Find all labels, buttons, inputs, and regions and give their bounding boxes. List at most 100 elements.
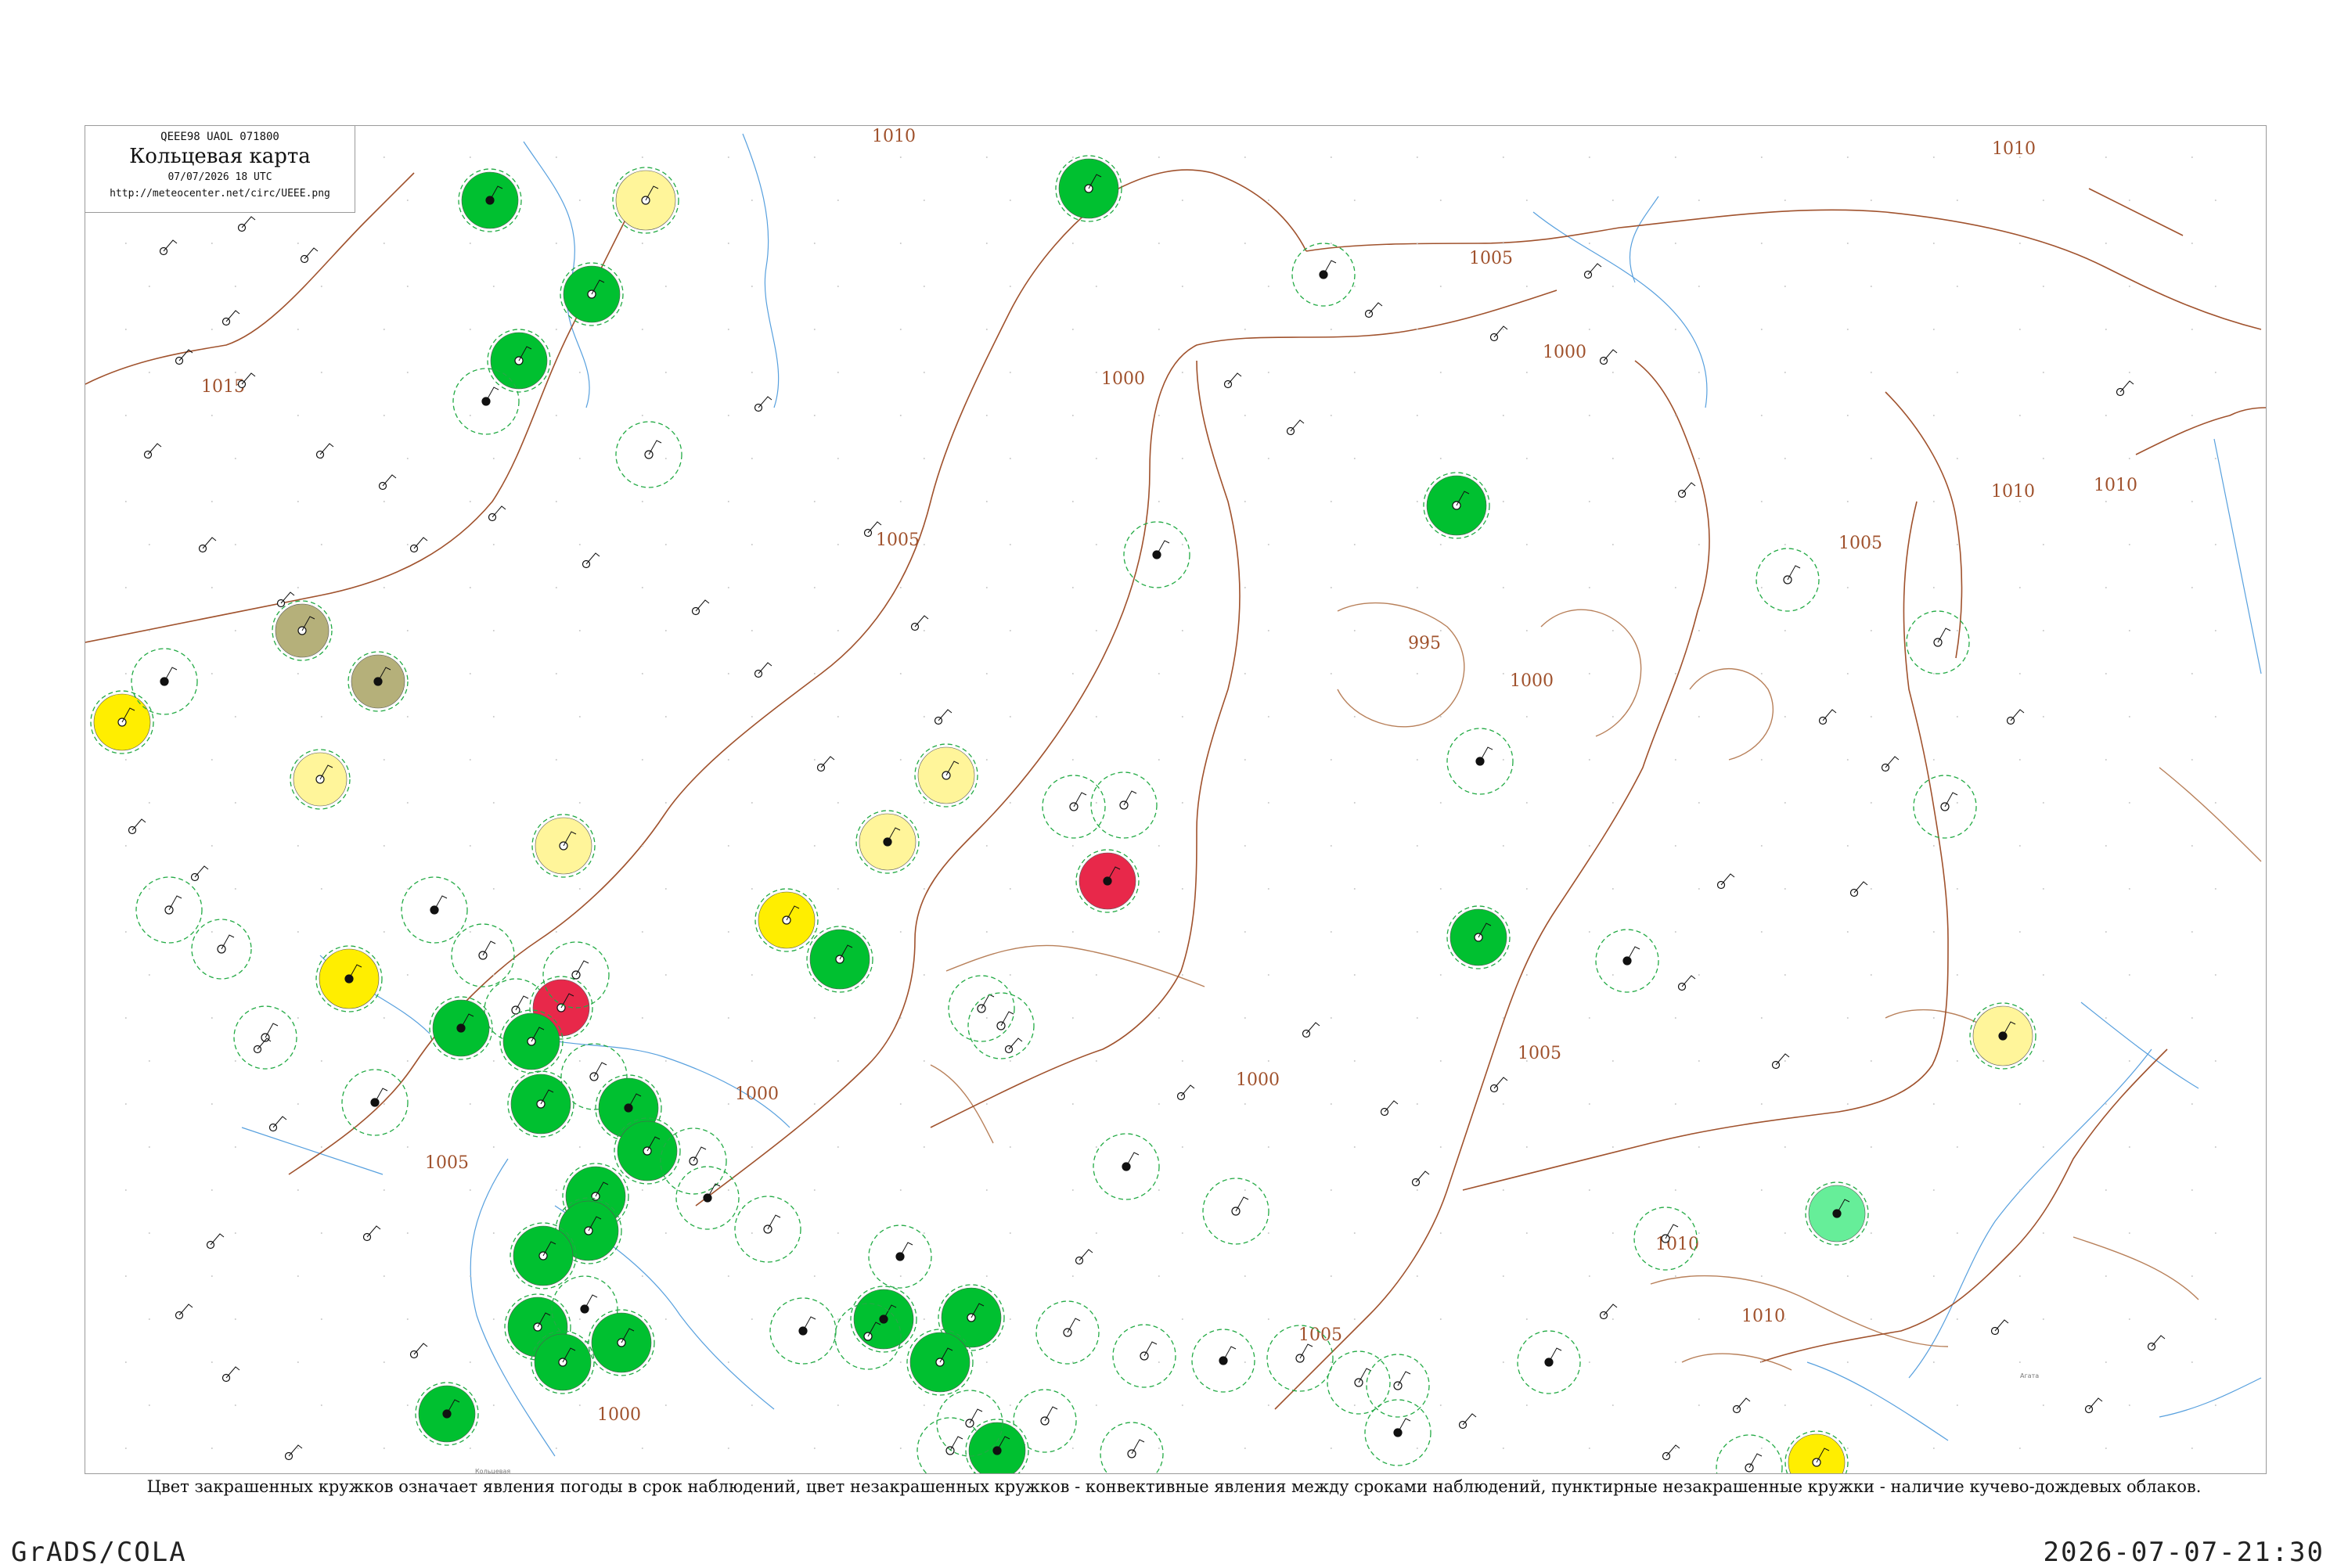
- grid-dot: [383, 1017, 385, 1019]
- grid-dot: [664, 1318, 667, 1320]
- grid-dot: [1009, 802, 1011, 804]
- grid-dot: [1674, 759, 1676, 761]
- grid-dot: [1267, 1060, 1269, 1062]
- grid-dot: [211, 415, 213, 416]
- grid-dot: [406, 802, 409, 804]
- grid-dot: [383, 1448, 385, 1449]
- grid-dot: [1071, 329, 1074, 330]
- grid-dot: [211, 329, 213, 330]
- grid-dot: [2105, 329, 2107, 330]
- grid-dot: [2128, 286, 2130, 287]
- grid-dot: [1870, 888, 1872, 890]
- grid-dot: [1846, 1361, 1849, 1363]
- grid-dot: [1784, 1318, 1786, 1320]
- isobar-label: 1010: [1992, 139, 2036, 159]
- station-symbols: [90, 155, 2166, 1473]
- grid-dot: [297, 587, 299, 588]
- grid-dot: [664, 458, 667, 459]
- grid-dot: [1071, 587, 1074, 588]
- grid-dot: [1244, 1189, 1246, 1191]
- grid-dot: [1784, 286, 1786, 287]
- weather-disc: [1788, 1433, 1846, 1473]
- grid-dot: [985, 845, 988, 847]
- station-name: Агата: [2020, 1372, 2039, 1379]
- isobar-label: 1010: [1741, 1307, 1785, 1326]
- grid-dot: [2105, 1017, 2107, 1019]
- grid-dot: [2128, 888, 2130, 890]
- grid-dot: [1095, 802, 1097, 804]
- grid-dot: [1416, 1448, 1418, 1449]
- isobar-label: 1010: [1991, 482, 2035, 502]
- grid-dot: [297, 1189, 299, 1191]
- grid-dot: [2042, 544, 2044, 545]
- grid-dot: [1760, 243, 1763, 244]
- grid-dot: [1502, 1448, 1504, 1449]
- grid-dot: [1353, 1404, 1356, 1406]
- grid-dot: [555, 243, 557, 244]
- grid-dot: [211, 845, 213, 847]
- grid-dot: [1353, 286, 1356, 287]
- grid-dot: [1502, 415, 1504, 416]
- grid-dot: [1353, 372, 1356, 373]
- grid-dot: [1760, 931, 1763, 933]
- grid-dot: [1267, 200, 1269, 201]
- grid-dot: [1502, 759, 1504, 761]
- grid-dot: [813, 1189, 816, 1191]
- grid-dot: [923, 372, 925, 373]
- grid-dot: [641, 1275, 643, 1277]
- grid-dot: [727, 1103, 729, 1105]
- grid-dot: [1181, 888, 1183, 890]
- grid-dot: [1588, 587, 1590, 588]
- grid-dot: [1932, 673, 1935, 674]
- grid-dot: [320, 716, 322, 717]
- grid-dot: [1784, 1232, 1786, 1234]
- grid-dot: [124, 931, 127, 933]
- software-credit: GrADS/COLA: [11, 1537, 187, 1568]
- grid-dot: [383, 243, 385, 244]
- grid-dot: [1095, 458, 1097, 459]
- grid-dot: [1009, 544, 1011, 545]
- grid-dot: [923, 630, 925, 631]
- grid-dot: [578, 888, 581, 890]
- grid-dot: [555, 1189, 557, 1191]
- grid-dot: [2128, 544, 2130, 545]
- grid-dot: [1760, 329, 1763, 330]
- grid-dot: [1956, 372, 1958, 373]
- grid-dot: [1674, 1361, 1676, 1363]
- grid-dot: [1158, 243, 1160, 244]
- grid-dot: [234, 630, 236, 631]
- grid-dot: [1244, 1275, 1246, 1277]
- isobar-label: 995: [1408, 634, 1441, 653]
- grid-dot: [1612, 1318, 1614, 1320]
- grid-dot: [1416, 1017, 1418, 1019]
- grid-dot: [148, 802, 150, 804]
- grid-dot: [1181, 1146, 1183, 1148]
- grid-dot: [1330, 1448, 1332, 1449]
- grid-dot: [124, 673, 127, 674]
- grid-dot: [664, 544, 667, 545]
- grid-dot: [1009, 1232, 1011, 1234]
- grid-dot: [492, 1232, 495, 1234]
- grid-dot: [837, 716, 839, 717]
- grid-dot: [923, 888, 925, 890]
- grid-dot: [148, 372, 150, 373]
- grid-dot: [751, 630, 753, 631]
- grid-dot: [1244, 1361, 1246, 1363]
- grid-dot: [1760, 845, 1763, 847]
- grid-dot: [1267, 974, 1269, 976]
- grid-dot: [1009, 888, 1011, 890]
- grid-dot: [813, 243, 816, 244]
- grid-dot: [320, 1146, 322, 1148]
- grid-dot: [1267, 802, 1269, 804]
- grid-dot: [2042, 802, 2044, 804]
- grid-dot: [899, 329, 902, 330]
- grid-dot: [1439, 974, 1442, 976]
- grid-dot: [383, 1275, 385, 1277]
- grid-dot: [148, 1404, 150, 1406]
- grid-dot: [813, 759, 816, 761]
- grid-dot: [1244, 1017, 1246, 1019]
- grid-dot: [492, 1404, 495, 1406]
- grid-dot: [406, 1404, 409, 1406]
- grid-dot: [2018, 1275, 2021, 1277]
- grid-dot: [2128, 458, 2130, 459]
